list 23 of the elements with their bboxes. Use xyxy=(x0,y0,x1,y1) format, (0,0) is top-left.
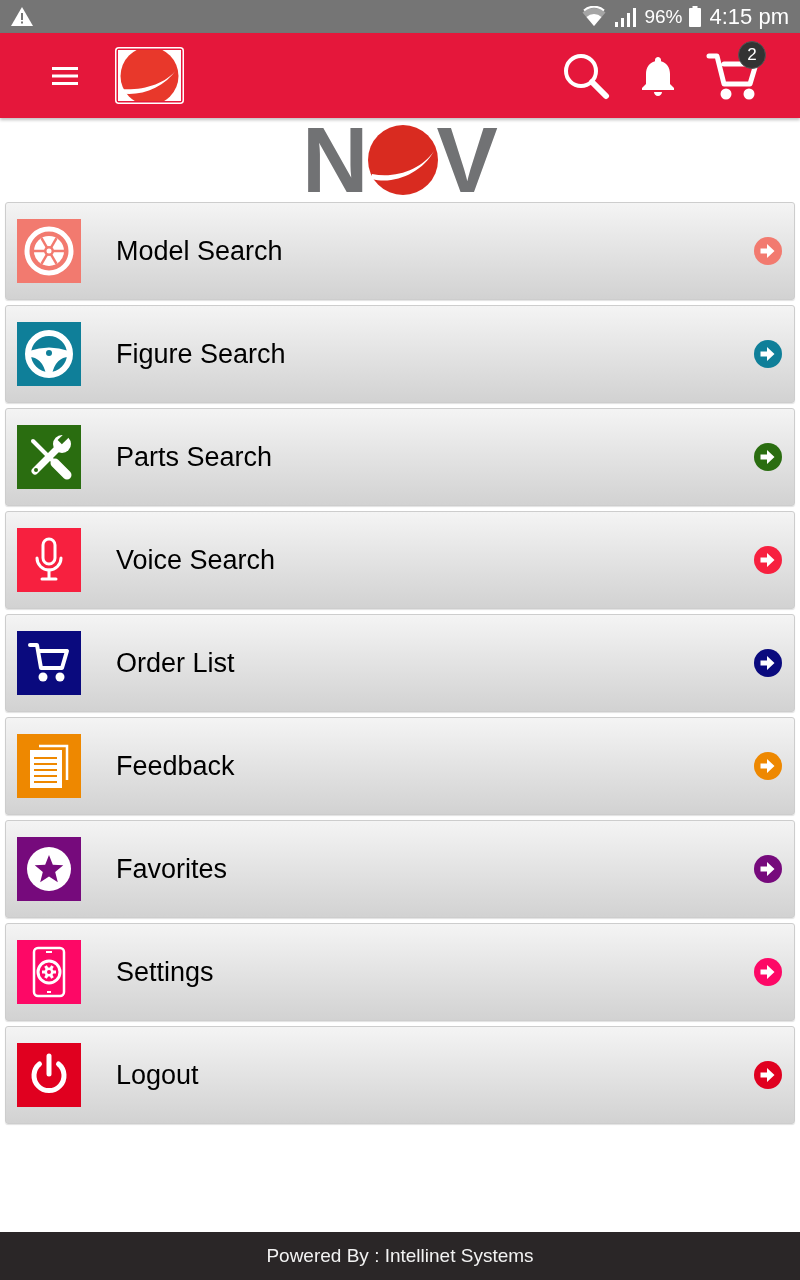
menu-item[interactable]: Voice Search xyxy=(5,511,795,609)
menu-item[interactable]: Logout xyxy=(5,1026,795,1124)
cart-count-badge: 2 xyxy=(738,40,766,69)
clock-time: 4:15 pm xyxy=(709,5,789,28)
search-icon[interactable] xyxy=(562,51,610,100)
menu-item[interactable]: Model Search xyxy=(5,202,795,300)
wifi-icon xyxy=(582,5,607,28)
logo-letter: V xyxy=(436,125,498,195)
menu-icon[interactable] xyxy=(52,66,78,85)
menu-item[interactable]: Figure Search xyxy=(5,305,795,403)
menu-item[interactable]: Favorites xyxy=(5,820,795,918)
powered-by-text: Powered By : Intellinet Systems xyxy=(266,1243,534,1268)
battery-percent: 96% xyxy=(644,7,683,26)
menu-item[interactable]: Feedback xyxy=(5,717,795,815)
menu-item[interactable]: Parts Search xyxy=(5,408,795,506)
menu-item[interactable]: Order List xyxy=(5,614,795,712)
menu-item[interactable]: Settings xyxy=(5,923,795,1021)
battery-icon xyxy=(688,6,701,27)
bell-icon[interactable] xyxy=(640,55,676,96)
sphere-logo-icon[interactable] xyxy=(115,47,184,104)
warning-icon xyxy=(11,7,33,26)
signal-icon xyxy=(614,6,637,27)
logo-letter: N xyxy=(302,125,369,195)
